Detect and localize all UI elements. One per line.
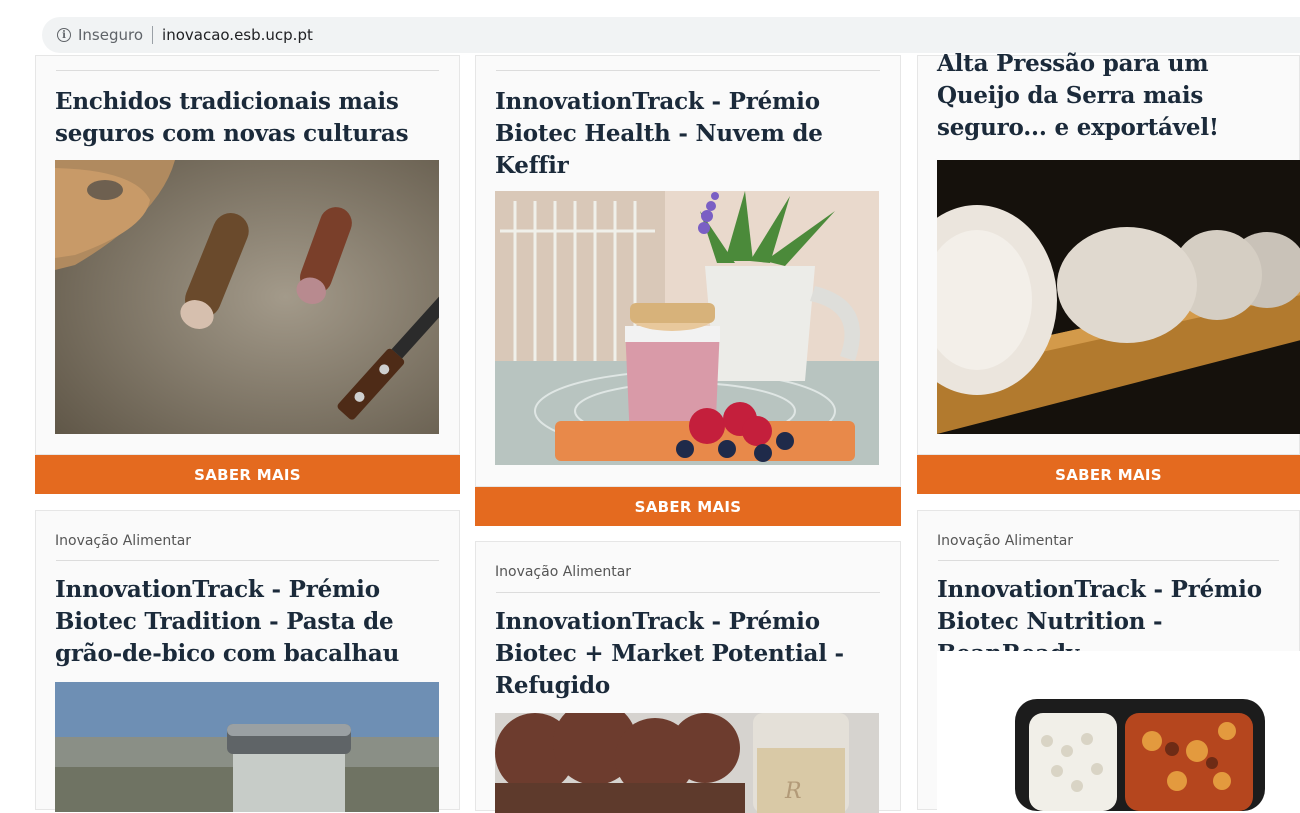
keffir-image[interactable]: [495, 191, 879, 465]
separator: [152, 26, 154, 44]
article-card-2: InnovationTrack - Prémio Biotec Health -…: [475, 55, 901, 487]
chickpea-paste-image[interactable]: [55, 682, 439, 812]
card-category[interactable]: Inovação Alimentar: [937, 533, 1073, 549]
card-category[interactable]: Inovação Alimentar: [55, 533, 191, 549]
card-divider: [56, 70, 439, 71]
card-divider: [56, 560, 439, 561]
card-title[interactable]: InnovationTrack - Prémio Biotec Health -…: [495, 86, 886, 182]
article-card-1: Enchidos tradicionais mais seguros com n…: [35, 55, 460, 455]
security-label[interactable]: Inseguro: [78, 26, 143, 44]
saber-mais-button[interactable]: SABER MAIS: [917, 455, 1300, 494]
article-card-4: Inovação Alimentar InnovationTrack - Pré…: [35, 510, 460, 812]
card-category[interactable]: Inovação Alimentar: [495, 564, 631, 580]
card-title[interactable]: InnovationTrack - Prémio Biotec Traditio…: [55, 574, 445, 670]
url-text[interactable]: inovacao.esb.ucp.pt: [162, 26, 313, 44]
card-title[interactable]: InnovationTrack - Prémio Biotec + Market…: [495, 606, 886, 702]
svg-text:R: R: [784, 779, 802, 804]
card-divider: [938, 560, 1279, 561]
cheese-image[interactable]: [937, 160, 1300, 434]
article-card-6: Inovação Alimentar InnovationTrack - Pré…: [917, 510, 1300, 811]
card-divider: [496, 592, 880, 593]
saber-mais-button[interactable]: SABER MAIS: [35, 455, 460, 494]
card-title[interactable]: Enchidos tradicionais mais seguros com n…: [55, 86, 445, 150]
article-card-5: Inovação Alimentar InnovationTrack - Pré…: [475, 541, 901, 813]
beanready-image[interactable]: [937, 651, 1300, 811]
article-card-3: Alta Pressão para um Queijo da Serra mai…: [917, 50, 1300, 455]
card-divider: [496, 70, 880, 71]
info-icon[interactable]: i: [57, 28, 71, 42]
sausage-image[interactable]: [55, 160, 439, 434]
refugido-image[interactable]: R: [495, 713, 879, 813]
card-title[interactable]: Alta Pressão para um Queijo da Serra mai…: [937, 48, 1285, 144]
saber-mais-button[interactable]: SABER MAIS: [475, 487, 901, 526]
